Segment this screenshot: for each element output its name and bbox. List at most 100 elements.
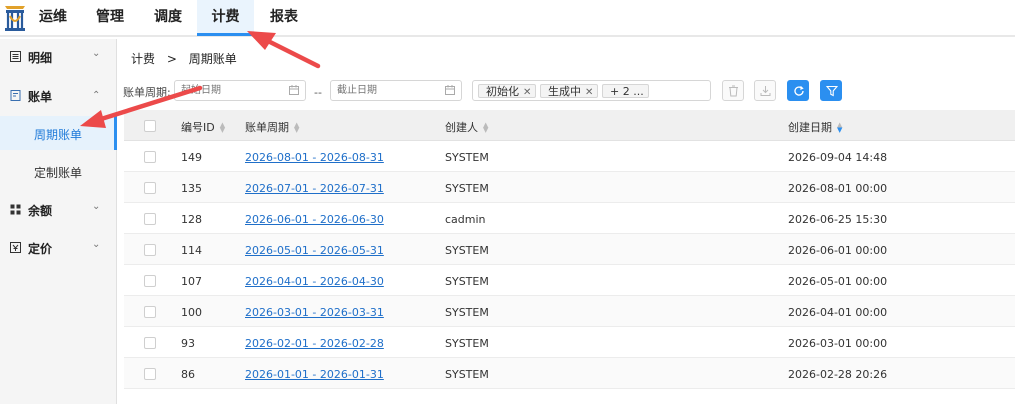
cell-creator: SYSTEM	[445, 368, 489, 381]
row-checkbox[interactable]	[144, 151, 156, 163]
end-date-field[interactable]	[331, 81, 439, 100]
cell-id: 128	[181, 213, 202, 226]
row-checkbox[interactable]	[144, 244, 156, 256]
sidebar: 明细 ⌄ 账单 ⌃ 周期账单 定制账单 余额 ⌄ 定价 ⌄	[0, 39, 117, 404]
sidebar-group-detail[interactable]: 明细 ⌄	[0, 42, 117, 72]
cell-id: 149	[181, 151, 202, 164]
sort-icon[interactable]: ▲ ▼	[294, 122, 299, 134]
bill-icon	[10, 90, 21, 101]
nav-tab-schedule[interactable]: 调度	[146, 0, 190, 36]
calendar-icon	[289, 85, 299, 95]
filter-icon	[826, 85, 838, 97]
row-checkbox[interactable]	[144, 182, 156, 194]
filter-button[interactable]	[820, 80, 842, 101]
sidebar-group-pricing[interactable]: 定价 ⌄	[0, 233, 117, 263]
table-row[interactable]: 128 2026-06-01 - 2026-06-30 cadmin 2026-…	[124, 203, 1015, 234]
cell-created: 2026-06-25 15:30	[788, 213, 888, 226]
cell-period-link[interactable]: 2026-01-01 - 2026-01-31	[245, 368, 384, 381]
column-header-id[interactable]: 编号ID ▲ ▼	[181, 119, 225, 135]
status-filter-select[interactable]: 初始化 ✕ 生成中 ✕ + 2 ...	[472, 80, 711, 101]
cell-created: 2026-06-01 00:00	[788, 244, 888, 257]
cell-period-link[interactable]: 2026-07-01 - 2026-07-31	[245, 182, 384, 195]
table-row[interactable]: 149 2026-08-01 - 2026-08-31 SYSTEM 2026-…	[124, 141, 1015, 172]
sidebar-item-periodic-bill[interactable]: 周期账单	[0, 116, 117, 150]
cell-period-link[interactable]: 2026-02-01 - 2026-02-28	[245, 337, 384, 350]
cell-id: 114	[181, 244, 202, 257]
status-tag: 初始化 ✕	[478, 84, 537, 98]
start-date-field[interactable]	[175, 81, 283, 100]
row-checkbox[interactable]	[144, 306, 156, 318]
refresh-button[interactable]	[787, 80, 809, 101]
table-row[interactable]: 93 2026-02-01 - 2026-02-28 SYSTEM 2026-0…	[124, 327, 1015, 358]
date-range-dash: --	[314, 86, 322, 99]
cell-period-link[interactable]: 2026-03-01 - 2026-03-31	[245, 306, 384, 319]
top-nav: 运维 管理 调度 计费 报表	[0, 0, 1015, 37]
cell-period-link[interactable]: 2026-06-01 - 2026-06-30	[245, 213, 384, 226]
column-header-label: 账单周期	[245, 121, 289, 134]
sidebar-group-bills[interactable]: 账单 ⌃	[0, 81, 117, 111]
table-row[interactable]: 135 2026-07-01 - 2026-07-31 SYSTEM 2026-…	[124, 172, 1015, 203]
cell-created: 2026-04-01 00:00	[788, 306, 888, 319]
cell-created: 2026-05-01 00:00	[788, 275, 888, 288]
status-tag: 生成中 ✕	[540, 84, 599, 98]
refresh-icon	[794, 86, 804, 96]
delete-button[interactable]	[722, 80, 744, 101]
row-checkbox[interactable]	[144, 337, 156, 349]
chevron-up-icon: ⌃	[92, 90, 101, 101]
cell-id: 135	[181, 182, 202, 195]
sidebar-item-custom-bill[interactable]: 定制账单	[0, 154, 117, 188]
status-tag-label: 生成中	[548, 85, 581, 98]
sidebar-group-balance[interactable]: 余额 ⌄	[0, 195, 117, 225]
close-icon[interactable]: ✕	[523, 87, 531, 98]
more-tags-badge[interactable]: + 2 ...	[602, 84, 649, 98]
cell-id: 86	[181, 368, 195, 381]
sidebar-group-label: 定价	[28, 242, 53, 256]
column-header-label: 编号ID	[181, 121, 215, 134]
close-icon[interactable]: ✕	[585, 87, 593, 98]
nav-tab-manage[interactable]: 管理	[88, 0, 132, 36]
cell-period-link[interactable]: 2026-08-01 - 2026-08-31	[245, 151, 384, 164]
sidebar-group-label: 余额	[28, 204, 53, 218]
breadcrumb-current: 周期账单	[188, 52, 237, 66]
download-button[interactable]	[754, 80, 776, 101]
table-row[interactable]: 86 2026-01-01 - 2026-01-31 SYSTEM 2026-0…	[124, 358, 1015, 389]
cell-creator: cadmin	[445, 213, 486, 226]
sort-desc-icon[interactable]: ▲ ▼	[837, 122, 842, 134]
nav-tab-reports[interactable]: 报表	[262, 0, 306, 36]
cell-created: 2026-02-28 20:26	[788, 368, 888, 381]
column-header-period[interactable]: 账单周期 ▲ ▼	[245, 119, 299, 135]
start-date-input[interactable]	[174, 80, 306, 101]
table-row[interactable]: 100 2026-03-01 - 2026-03-31 SYSTEM 2026-…	[124, 296, 1015, 327]
cell-creator: SYSTEM	[445, 337, 489, 350]
row-checkbox[interactable]	[144, 275, 156, 287]
sort-icon[interactable]: ▲ ▼	[483, 122, 488, 134]
cell-period-link[interactable]: 2026-05-01 - 2026-05-31	[245, 244, 384, 257]
table-row[interactable]: 107 2026-04-01 - 2026-04-30 SYSTEM 2026-…	[124, 265, 1015, 296]
breadcrumb-separator: >	[166, 52, 177, 66]
column-header-creator[interactable]: 创建人 ▲ ▼	[445, 119, 488, 135]
sidebar-group-label: 明细	[28, 51, 53, 65]
cell-creator: SYSTEM	[445, 151, 489, 164]
cell-id: 100	[181, 306, 202, 319]
nav-tab-ops[interactable]: 运维	[31, 0, 75, 36]
breadcrumb-parent[interactable]: 计费	[131, 52, 155, 66]
chevron-down-icon: ⌄	[92, 201, 101, 212]
status-tag-label: 初始化	[486, 85, 519, 98]
period-filter-label: 账单周期:	[123, 86, 171, 99]
row-checkbox[interactable]	[144, 368, 156, 380]
column-header-label: 创建日期	[788, 121, 832, 134]
chevron-down-icon: ⌄	[92, 239, 101, 250]
end-date-input[interactable]	[330, 80, 462, 101]
cell-id: 93	[181, 337, 195, 350]
sort-icon[interactable]: ▲ ▼	[220, 122, 225, 134]
select-all-checkbox[interactable]	[144, 120, 156, 132]
column-header-created[interactable]: 创建日期 ▲ ▼	[788, 119, 842, 135]
download-icon	[760, 86, 771, 96]
row-checkbox[interactable]	[144, 213, 156, 225]
cell-creator: SYSTEM	[445, 306, 489, 319]
cell-period-link[interactable]: 2026-04-01 - 2026-04-30	[245, 275, 384, 288]
cell-id: 107	[181, 275, 202, 288]
table-row[interactable]: 114 2026-05-01 - 2026-05-31 SYSTEM 2026-…	[124, 234, 1015, 265]
cell-created: 2026-09-04 14:48	[788, 151, 888, 164]
nav-tab-billing[interactable]: 计费	[197, 0, 254, 36]
